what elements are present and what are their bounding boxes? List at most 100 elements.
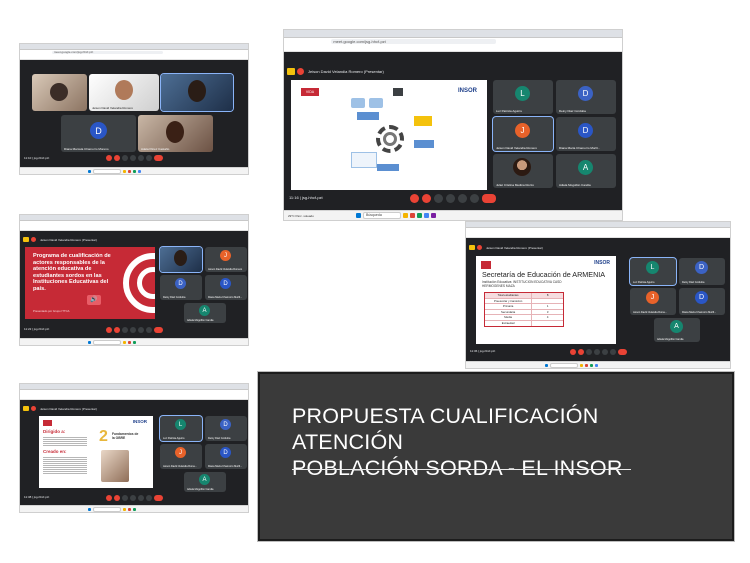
raise-hand-button[interactable] xyxy=(137,155,144,161)
captions-button[interactable] xyxy=(434,194,443,203)
present-button[interactable] xyxy=(129,495,136,501)
address-bar[interactable] xyxy=(466,228,730,233)
taskbar-search[interactable] xyxy=(550,362,579,368)
end-call-button[interactable] xyxy=(153,495,163,501)
folder-icon[interactable] xyxy=(123,169,127,173)
end-call-button[interactable] xyxy=(482,194,496,203)
windows-icon[interactable] xyxy=(88,340,92,344)
folder-icon[interactable] xyxy=(403,213,408,218)
folder-icon[interactable] xyxy=(123,507,127,511)
taskbar-search[interactable] xyxy=(93,339,122,345)
windows-icon[interactable] xyxy=(545,363,549,367)
participant-video-2[interactable]: Jeison David Velandia Romero xyxy=(89,74,159,111)
camera-button[interactable] xyxy=(113,155,120,161)
address-bar[interactable]: meet.google.com/jsg-hhcf-pzt xyxy=(20,50,248,55)
stop-presenting-icon[interactable] xyxy=(31,237,36,242)
chrome-icon[interactable] xyxy=(585,363,589,367)
participant-tile-adiela[interactable]: A Adiela Mogollón Candia xyxy=(556,154,616,188)
camera-button[interactable] xyxy=(113,327,120,333)
end-call-button[interactable] xyxy=(153,327,163,333)
participant-video-5[interactable]: Adela Pérez Castaño xyxy=(138,115,213,152)
app-icon[interactable] xyxy=(431,213,436,218)
participant-tile-deiny[interactable]: D Deiny Diaz Cordoba xyxy=(160,275,202,300)
browser-tabs[interactable] xyxy=(284,30,622,38)
camera-button[interactable] xyxy=(113,495,120,501)
present-button[interactable] xyxy=(593,349,600,355)
stop-presenting-icon[interactable] xyxy=(31,406,36,411)
chrome-icon[interactable] xyxy=(128,169,132,173)
participant-tile-diana[interactable]: D Diana María Chamorro Morill... xyxy=(556,117,616,151)
app-icon[interactable] xyxy=(590,363,594,367)
participant-tile-adiela[interactable]: A Adiela Mogollón Candia xyxy=(184,472,226,492)
mic-button[interactable] xyxy=(105,327,112,333)
participant-tile-deiny[interactable]: D Deiny Diaz Cordoba xyxy=(679,258,725,285)
raise-hand-button[interactable] xyxy=(601,349,608,355)
more-options-button[interactable] xyxy=(609,349,616,355)
more-options-button[interactable] xyxy=(470,194,479,203)
app-icon[interactable] xyxy=(133,507,137,511)
raise-hand-button[interactable] xyxy=(137,327,144,333)
participant-tile-diana[interactable]: D Diana María Chamorro Morill... xyxy=(679,288,725,315)
participant-tile-adiela[interactable]: A Adiela Mogollón Candia xyxy=(184,303,226,323)
chrome-icon[interactable] xyxy=(410,213,415,218)
participant-video-3[interactable] xyxy=(161,74,233,111)
app-icon[interactable] xyxy=(133,169,137,173)
folder-icon[interactable] xyxy=(123,340,127,344)
captions-button[interactable] xyxy=(121,495,128,501)
participant-tile-adiela[interactable]: A Adiela Mogollón Candia xyxy=(654,318,700,342)
participant-tile-deiny[interactable]: D Deiny Diaz Cordoba xyxy=(556,80,616,114)
chrome-icon[interactable] xyxy=(128,507,132,511)
app-icon[interactable] xyxy=(424,213,429,218)
camera-button[interactable] xyxy=(577,349,584,355)
windows-icon[interactable] xyxy=(88,169,92,173)
participant-tile-luz[interactable]: L Luz Patricia Aguirre xyxy=(493,80,553,114)
present-button[interactable] xyxy=(129,327,136,333)
more-options-button[interactable] xyxy=(145,327,152,333)
taskbar-search[interactable] xyxy=(93,168,122,174)
windows-icon[interactable] xyxy=(88,507,92,511)
participant-tile-juliet[interactable]: Juliet Cristina Medina Rozzo xyxy=(493,154,553,188)
captions-button[interactable] xyxy=(121,155,128,161)
end-call-button[interactable] xyxy=(617,349,627,355)
captions-button[interactable] xyxy=(585,349,592,355)
address-bar[interactable]: meet.google.com/jsg-hhcf-pzt xyxy=(284,38,622,45)
stop-presenting-icon[interactable] xyxy=(297,67,304,75)
chrome-icon[interactable] xyxy=(128,340,132,344)
raise-hand-button[interactable] xyxy=(137,495,144,501)
app-icon[interactable] xyxy=(417,213,422,218)
more-options-button[interactable] xyxy=(145,155,152,161)
mic-button[interactable] xyxy=(105,155,112,161)
present-button[interactable] xyxy=(129,155,136,161)
participant-video-1[interactable] xyxy=(160,247,202,272)
mic-button[interactable] xyxy=(410,194,419,203)
folder-icon[interactable] xyxy=(580,363,584,367)
app-icon[interactable] xyxy=(138,169,142,173)
stop-presenting-icon[interactable] xyxy=(477,245,482,250)
participant-tile-luz[interactable]: L Luz Patricia Aguirre xyxy=(630,258,676,285)
participant-tile-jeison[interactable]: J Jeison David Velandia Rome... xyxy=(160,444,202,469)
participant-tile-diana[interactable]: D Diana María Chamorro Morill... xyxy=(205,444,247,469)
participant-tile-deiny[interactable]: D Deiny Diaz Cordoba xyxy=(205,416,247,441)
camera-button[interactable] xyxy=(422,194,431,203)
present-button[interactable] xyxy=(446,194,455,203)
more-options-button[interactable] xyxy=(145,495,152,501)
app-icon[interactable] xyxy=(595,363,599,367)
app-icon[interactable] xyxy=(133,340,137,344)
captions-button[interactable] xyxy=(121,327,128,333)
participant-tile-jeison[interactable]: J Jeison David Velandia Romero xyxy=(493,117,553,151)
participant-tile-diana[interactable]: D Diana María Chamorro Morill... xyxy=(205,275,247,300)
raise-hand-button[interactable] xyxy=(458,194,467,203)
participant-video-1[interactable] xyxy=(32,74,87,111)
participant-tile-jeison[interactable]: J Jeison David Velandia Romero xyxy=(205,247,247,272)
mic-button[interactable] xyxy=(105,495,112,501)
windows-icon[interactable] xyxy=(356,213,361,218)
mic-button[interactable] xyxy=(569,349,576,355)
address-bar[interactable] xyxy=(20,221,248,226)
participant-tile-luz[interactable]: L Luz Patricia Aguirre xyxy=(160,416,202,441)
end-call-button[interactable] xyxy=(153,155,163,161)
participant-tile-4[interactable]: D Diana Marcela Chamorro Moreno xyxy=(61,115,136,152)
taskbar-search[interactable]: Búsqueda xyxy=(363,212,401,219)
participant-tile-jeison[interactable]: J Jeison David Velandia Rome... xyxy=(630,288,676,315)
taskbar-search[interactable] xyxy=(93,506,122,512)
address-bar[interactable] xyxy=(20,390,248,395)
